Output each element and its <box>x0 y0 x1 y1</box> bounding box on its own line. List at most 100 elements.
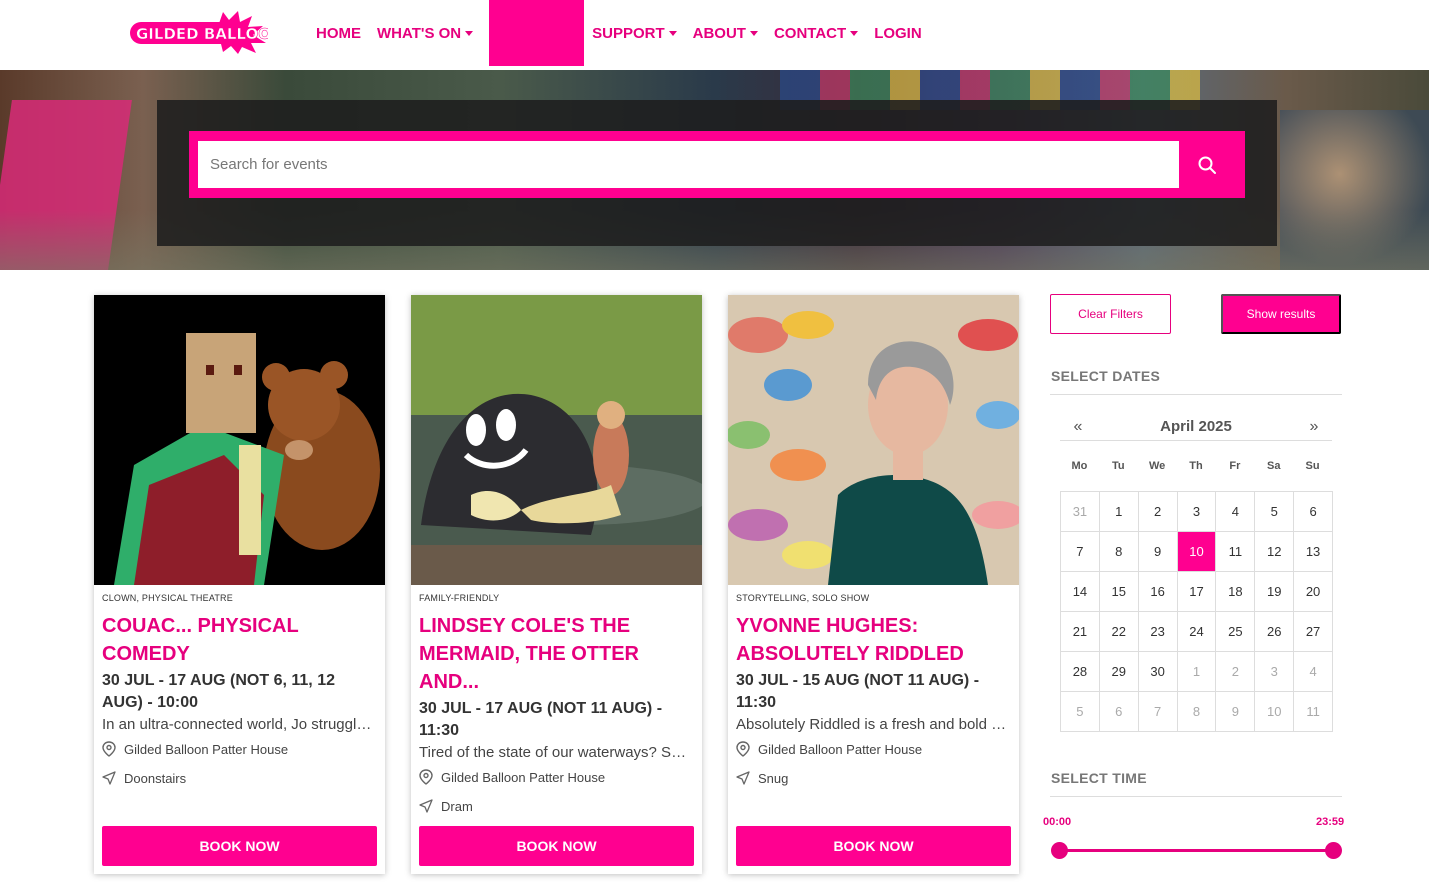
calendar-day[interactable]: 20 <box>1294 572 1333 612</box>
search-button[interactable] <box>1179 141 1235 188</box>
calendar-day[interactable]: 29 <box>1099 652 1139 692</box>
calendar-day[interactable]: 28 <box>1061 652 1100 692</box>
main-nav: HOME WHAT'S ON SUPPORT ABOUT CONTACT LOG… <box>316 0 938 66</box>
search-icon <box>1198 156 1216 174</box>
divider <box>1050 394 1342 395</box>
search-input[interactable] <box>198 141 1179 188</box>
book-now-button[interactable]: BOOK NOW <box>419 826 694 866</box>
calendar-day[interactable]: 18 <box>1216 572 1256 612</box>
event-dates: 30 JUL - 17 AUG (NOT 11 AUG) - 11:30 <box>419 700 663 739</box>
event-image[interactable] <box>94 295 385 585</box>
calendar-day[interactable]: 17 <box>1177 572 1217 612</box>
calendar-day-selected[interactable]: 10 <box>1177 532 1217 572</box>
calendar-next-button[interactable]: » <box>1296 418 1332 436</box>
nav-login-label: LOGIN <box>874 24 922 42</box>
weekday-label: Su <box>1305 460 1320 472</box>
calendar-day[interactable]: 5 <box>1255 492 1295 532</box>
event-card-body: CLOWN, PHYSICAL THEATRE COUAC... PHYSICA… <box>102 593 377 789</box>
nav-login[interactable]: LOGIN <box>874 0 922 66</box>
calendar-day[interactable]: 1 <box>1177 652 1217 692</box>
calendar-day[interactable]: 4 <box>1216 492 1256 532</box>
book-now-button[interactable]: BOOK NOW <box>102 826 377 866</box>
book-now-button[interactable]: BOOK NOW <box>736 826 1011 866</box>
event-image[interactable] <box>411 295 702 585</box>
calendar-weekdays: Mo Tu We Th Fr Sa Su <box>1060 460 1332 472</box>
calendar-day[interactable]: 31 <box>1061 492 1100 532</box>
location-pin-icon <box>736 741 750 757</box>
nav-support[interactable]: SUPPORT <box>592 0 677 66</box>
calendar-day[interactable]: 9 <box>1216 692 1256 732</box>
time-slider-start-handle[interactable] <box>1050 842 1068 859</box>
calendar-day[interactable]: 22 <box>1099 612 1139 652</box>
calendar-day[interactable]: 21 <box>1061 612 1100 652</box>
nav-about[interactable]: ABOUT <box>693 0 758 66</box>
calendar-day[interactable]: 24 <box>1177 612 1217 652</box>
calendar-day[interactable]: 26 <box>1255 612 1295 652</box>
event-genre: STORYTELLING, SOLO SHOW <box>736 593 870 603</box>
calendar-day[interactable]: 3 <box>1255 652 1295 692</box>
calendar-day[interactable]: 6 <box>1099 692 1139 732</box>
event-photo <box>728 295 1019 585</box>
event-room: Doonstairs <box>102 767 377 789</box>
event-room: Snug <box>736 767 1011 789</box>
calendar-day[interactable]: 10 <box>1255 692 1295 732</box>
nav-whats-on-label: WHAT'S ON <box>377 24 462 42</box>
event-title[interactable]: YVONNE HUGHES: ABSOLUTELY RIDDLED <box>736 612 1011 668</box>
nav-highlight-block[interactable] <box>489 0 585 66</box>
time-slider-track[interactable] <box>1059 849 1333 852</box>
weekday-label: Th <box>1189 460 1203 472</box>
calendar-day[interactable]: 16 <box>1138 572 1178 612</box>
event-venue: Gilded Balloon Patter House <box>736 738 1011 760</box>
nav-whats-on[interactable]: WHAT'S ON <box>377 0 474 66</box>
calendar-day[interactable]: 6 <box>1294 492 1333 532</box>
calendar-day[interactable]: 12 <box>1255 532 1295 572</box>
weekday-label: Mo <box>1071 460 1088 472</box>
calendar-day[interactable]: 23 <box>1138 612 1178 652</box>
event-dates: 30 JUL - 15 AUG (NOT 11 AUG) - 11:30 <box>736 672 980 711</box>
calendar-day[interactable]: 5 <box>1061 692 1100 732</box>
search-panel <box>157 100 1277 246</box>
calendar-day[interactable]: 13 <box>1294 532 1333 572</box>
calendar-header: « April 2025 » <box>1060 413 1332 441</box>
calendar-day[interactable]: 15 <box>1099 572 1139 612</box>
calendar-day[interactable]: 7 <box>1061 532 1100 572</box>
calendar-day[interactable]: 2 <box>1138 492 1178 532</box>
event-venue-text: Gilded Balloon Patter House <box>441 769 606 785</box>
calendar-day[interactable]: 25 <box>1216 612 1256 652</box>
caret-down-icon <box>465 30 474 36</box>
calendar-day[interactable]: 11 <box>1216 532 1256 572</box>
calendar-day[interactable]: 9 <box>1138 532 1178 572</box>
event-title[interactable]: LINDSEY COLE'S THE MERMAID, THE OTTER AN… <box>419 612 694 696</box>
calendar-day[interactable]: 11 <box>1294 692 1333 732</box>
event-image[interactable] <box>728 295 1019 585</box>
weekday-label: We <box>1148 460 1166 472</box>
location-pin-icon <box>419 769 433 785</box>
calendar-day[interactable]: 7 <box>1138 692 1178 732</box>
clear-filters-button[interactable]: Clear Filters <box>1050 294 1171 334</box>
calendar-day[interactable]: 27 <box>1294 612 1333 652</box>
gilded-balloon-logo[interactable]: GILDED BALLOON <box>128 10 284 54</box>
weekday-label: Tu <box>1111 460 1125 472</box>
nav-about-label: ABOUT <box>692 24 746 42</box>
calendar-day[interactable]: 14 <box>1061 572 1100 612</box>
event-venue-text: Gilded Balloon Patter House <box>758 741 923 757</box>
calendar-day[interactable]: 2 <box>1216 652 1256 692</box>
event-card: FAMILY-FRIENDLY LINDSEY COLE'S THE MERMA… <box>411 295 702 874</box>
event-room-text: Snug <box>758 770 789 786</box>
calendar-day[interactable]: 3 <box>1177 492 1217 532</box>
calendar-day[interactable]: 30 <box>1138 652 1178 692</box>
calendar-day[interactable]: 8 <box>1177 692 1217 732</box>
calendar-day[interactable]: 8 <box>1099 532 1139 572</box>
nav-home[interactable]: HOME <box>316 0 361 66</box>
event-title[interactable]: COUAC... PHYSICAL COMEDY <box>102 612 377 668</box>
calendar-day[interactable]: 1 <box>1099 492 1139 532</box>
nav-contact[interactable]: CONTACT <box>774 0 859 66</box>
event-genre: FAMILY-FRIENDLY <box>419 593 500 603</box>
calendar-prev-button[interactable]: « <box>1060 418 1096 436</box>
caret-down-icon <box>668 30 677 36</box>
calendar-day[interactable]: 19 <box>1255 572 1295 612</box>
time-slider-end-handle[interactable] <box>1324 842 1342 859</box>
show-results-button[interactable]: Show results <box>1221 294 1341 334</box>
calendar-day[interactable]: 4 <box>1294 652 1333 692</box>
event-genre: CLOWN, PHYSICAL THEATRE <box>102 593 233 603</box>
